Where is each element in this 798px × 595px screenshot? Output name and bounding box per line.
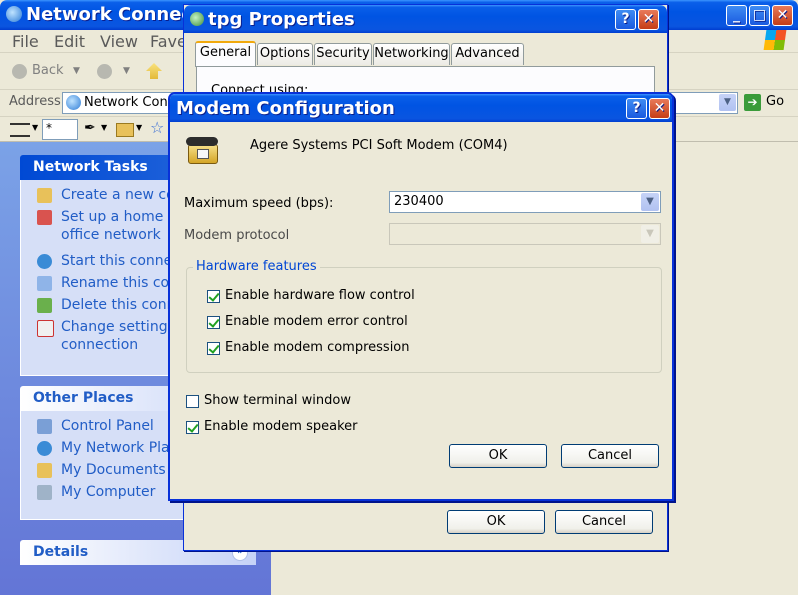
- filter-value: *: [46, 121, 52, 135]
- documents-icon: [37, 463, 52, 478]
- max-speed-select[interactable]: 230400 ▼: [389, 191, 661, 213]
- filter-input[interactable]: *: [42, 119, 78, 140]
- error-control-checkbox[interactable]: [207, 316, 220, 329]
- back-arrow-icon[interactable]: [12, 64, 27, 79]
- address-value: Network Conn: [84, 95, 176, 110]
- address-label: Address: [9, 94, 61, 109]
- folder-dropdown-icon[interactable]: ▼: [136, 123, 142, 132]
- network-connections-icon: [6, 6, 22, 22]
- hardware-features-group: Hardware features Enable hardware flow c…: [186, 259, 662, 373]
- computer-icon: [37, 485, 52, 500]
- start-connection-icon: [37, 254, 52, 269]
- menu-favorites[interactable]: Fave: [150, 32, 187, 51]
- network-places-icon: [37, 441, 52, 456]
- properties-ok-button[interactable]: OK: [447, 510, 545, 534]
- modem-protocol-select[interactable]: ▼: [389, 223, 661, 245]
- properties-close-button[interactable]: ✕: [638, 9, 659, 30]
- flow-control-checkbox[interactable]: [207, 290, 220, 303]
- max-speed-label: Maximum speed (bps):: [184, 196, 334, 211]
- terminal-window-label[interactable]: Show terminal window: [204, 393, 351, 408]
- windows-logo-icon: [763, 30, 787, 50]
- settings-icon: [37, 320, 54, 337]
- modem-speaker-label[interactable]: Enable modem speaker: [204, 419, 357, 434]
- forward-arrow-icon[interactable]: [97, 64, 112, 79]
- view-mode-icon[interactable]: [10, 123, 30, 137]
- tab-general[interactable]: General: [195, 41, 256, 67]
- minimize-button[interactable]: _: [726, 5, 747, 26]
- compression-label[interactable]: Enable modem compression: [225, 340, 410, 355]
- delete-icon: [37, 298, 52, 313]
- tab-options[interactable]: Options: [257, 43, 313, 65]
- home-network-icon: [37, 210, 52, 225]
- back-dropdown-icon[interactable]: ▼: [73, 66, 80, 76]
- menu-file[interactable]: File: [12, 32, 39, 51]
- up-folder-icon[interactable]: [146, 63, 162, 79]
- go-button[interactable]: Go: [766, 94, 784, 109]
- modem-title: Modem Configuration: [176, 98, 395, 119]
- explorer-title: Network Connect: [26, 4, 201, 25]
- tab-networking[interactable]: Networking: [373, 43, 450, 65]
- compression-checkbox[interactable]: [207, 342, 220, 355]
- maximize-button[interactable]: □: [749, 5, 770, 26]
- menu-view[interactable]: View: [100, 32, 138, 51]
- modem-help-button[interactable]: ?: [626, 98, 647, 119]
- modem-device-name: Agere Systems PCI Soft Modem (COM4): [250, 138, 508, 153]
- modem-phone-icon: [186, 134, 220, 164]
- properties-cancel-button[interactable]: Cancel: [555, 510, 653, 534]
- max-speed-dropdown-icon[interactable]: ▼: [641, 193, 659, 211]
- tab-advanced[interactable]: Advanced: [451, 43, 524, 65]
- properties-title-bar[interactable]: tpg Properties ? ✕: [184, 5, 667, 33]
- hardware-features-title: Hardware features: [193, 259, 320, 274]
- pen-icon[interactable]: ✒: [84, 120, 96, 136]
- address-globe-icon: [66, 95, 81, 110]
- modem-protocol-dropdown-icon[interactable]: ▼: [641, 225, 659, 243]
- menu-edit[interactable]: Edit: [54, 32, 85, 51]
- forward-dropdown-icon[interactable]: ▼: [123, 66, 130, 76]
- close-button[interactable]: ✕: [772, 5, 793, 26]
- properties-title: tpg Properties: [208, 9, 355, 30]
- modem-cancel-button[interactable]: Cancel: [561, 444, 659, 468]
- control-panel-icon: [37, 419, 52, 434]
- go-arrow-icon[interactable]: ➔: [744, 94, 761, 111]
- terminal-window-checkbox[interactable]: [186, 395, 199, 408]
- address-dropdown-icon[interactable]: ▼: [719, 94, 736, 111]
- modem-title-bar[interactable]: Modem Configuration ? ✕: [170, 94, 672, 122]
- star-icon[interactable]: ☆: [150, 118, 164, 137]
- error-control-label[interactable]: Enable modem error control: [225, 314, 408, 329]
- pen-dropdown-icon[interactable]: ▼: [101, 123, 107, 132]
- folder-icon[interactable]: [116, 123, 134, 137]
- modem-configuration-dialog: Modem Configuration ? ✕ Agere Systems PC…: [168, 92, 674, 501]
- tab-security[interactable]: Security: [314, 43, 372, 65]
- modem-protocol-label: Modem protocol: [184, 228, 290, 243]
- view-mode-dropdown-icon[interactable]: ▼: [32, 123, 38, 132]
- rename-icon: [37, 276, 52, 291]
- modem-speaker-checkbox[interactable]: [186, 421, 199, 434]
- max-speed-value: 230400: [394, 194, 444, 209]
- modem-close-button[interactable]: ✕: [649, 98, 670, 119]
- connection-icon: [190, 12, 204, 26]
- modem-ok-button[interactable]: OK: [449, 444, 547, 468]
- properties-help-button[interactable]: ?: [615, 9, 636, 30]
- back-label[interactable]: Back: [32, 63, 64, 78]
- flow-control-label[interactable]: Enable hardware flow control: [225, 288, 415, 303]
- new-connection-icon: [37, 188, 52, 203]
